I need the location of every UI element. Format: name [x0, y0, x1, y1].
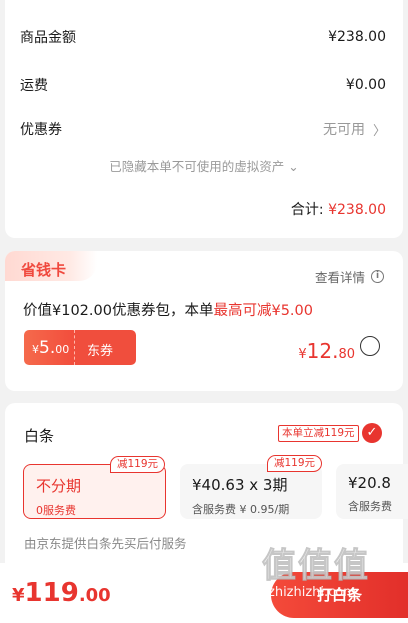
hidden-assets-text: 已隐藏本单不可使用的虚拟资产 — [109, 159, 285, 174]
coupon-label: 优惠券 — [20, 122, 62, 138]
saver-desc-prefix: 价值¥102.00优惠券包，本单 — [23, 303, 214, 319]
saver-card-badge: 省钱卡 — [5, 251, 97, 281]
coupon-amount: ¥5.00 — [24, 330, 74, 365]
coupon-type-tag: 东券 — [74, 330, 136, 365]
plan-main-label: 不分期 — [36, 477, 82, 495]
chevron-right-icon: 〉 — [372, 123, 386, 139]
saver-card-price: ¥12.80 — [298, 339, 355, 363]
order-total: 合计: ¥238.00 — [291, 199, 386, 219]
shipping-value: ¥0.00 — [345, 77, 386, 93]
coupon-value: 无可用 — [322, 122, 365, 138]
shipping-row: 运费 ¥0.00 — [20, 75, 386, 95]
baitiao-promo-badge: 本单立减119元 — [278, 425, 359, 442]
baitiao-provider-note: 由京东提供白条先买后付服务 — [24, 536, 187, 551]
plan-sub-label: 含服务费 — [348, 500, 392, 513]
plan-discount-badge: 减119元 — [266, 455, 322, 472]
saver-card-radio[interactable] — [360, 336, 380, 356]
coupon-row[interactable]: 优惠券 无可用 〉 — [20, 119, 386, 139]
saver-desc-highlight: 最高可减¥5.00 — [213, 303, 313, 319]
plan-option-no-installment[interactable]: 减119元 不分期 0服务费 — [23, 456, 166, 519]
plan-sub-label: 含服务费 ¥ 0.95/期 — [192, 503, 290, 516]
view-details-label: 查看详情 — [314, 270, 365, 285]
plan-main-label: ¥40.63 x 3期 — [192, 476, 288, 494]
plan-sub-label: 0服务费 — [36, 504, 76, 517]
goods-amount-row: 商品金额 ¥238.00 — [20, 27, 386, 47]
goods-amount-value: ¥238.00 — [328, 29, 386, 45]
baitiao-selected-check-icon[interactable]: ✓ — [362, 423, 382, 443]
chevron-down-icon: ⌄ — [288, 159, 299, 174]
info-icon: i — [371, 270, 384, 283]
view-details-link[interactable]: 查看详情 i — [315, 267, 384, 286]
total-label: 合计: — [290, 202, 324, 218]
hidden-assets-toggle[interactable]: 已隐藏本单不可使用的虚拟资产 ⌄ — [0, 156, 408, 175]
coupon-ticket: ¥5.00 东券 — [24, 330, 136, 365]
plan-option-more[interactable]: ¥20.8 含服务费 — [336, 464, 408, 519]
pay-with-baitiao-button[interactable]: 打白条 — [271, 572, 408, 618]
plan-option-3-installments[interactable]: 减119元 ¥40.63 x 3期 含服务费 ¥ 0.95/期 — [180, 455, 322, 519]
goods-amount-label: 商品金额 — [20, 30, 76, 46]
total-value: ¥238.00 — [328, 202, 386, 218]
pay-total-amount: ¥119.00 — [12, 578, 111, 608]
plan-discount-badge: 减119元 — [109, 456, 165, 473]
baitiao-title: 白条 — [24, 427, 55, 445]
plan-main-label: ¥20.8 — [348, 474, 391, 492]
saver-card-description: 价值¥102.00优惠券包，本单最高可减¥5.00 — [23, 299, 313, 320]
shipping-label: 运费 — [20, 78, 48, 94]
